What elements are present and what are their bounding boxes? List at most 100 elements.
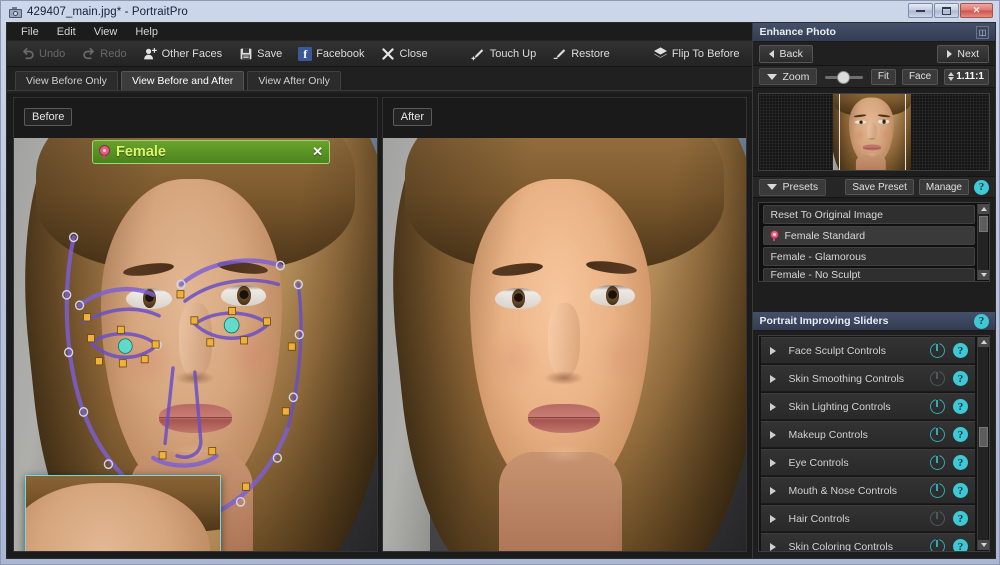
control-row-face-sculpt[interactable]: Face Sculpt Controls ?	[761, 337, 975, 364]
preset-item[interactable]: Female - No Sculpt	[763, 268, 975, 281]
presets-list[interactable]: Reset To Original Image Female Standard …	[758, 202, 990, 282]
control-row-skin-coloring[interactable]: Skin Coloring Controls ?	[761, 533, 975, 552]
preset-item[interactable]: Female - Glamorous	[763, 247, 975, 266]
preset-item[interactable]: Reset To Original Image	[763, 205, 975, 224]
control-row-skin-smoothing[interactable]: Skin Smoothing Controls ?	[761, 365, 975, 392]
preset-item[interactable]: Female Standard	[763, 226, 975, 245]
scroll-up-arrow-icon[interactable]	[978, 204, 989, 214]
tip-dialog[interactable]: TIP Adjust points to improve result. Don…	[25, 475, 221, 551]
save-button[interactable]: Save	[231, 43, 289, 65]
control-help-icon[interactable]: ?	[953, 539, 968, 551]
next-button[interactable]: Next	[937, 44, 989, 63]
zoom-disclosure[interactable]: Zoom	[759, 68, 818, 85]
minimize-button[interactable]	[908, 3, 933, 18]
control-row-skin-lighting[interactable]: Skin Lighting Controls ?	[761, 393, 975, 420]
scroll-up-arrow-icon[interactable]	[978, 337, 989, 347]
close-x-icon	[381, 46, 396, 61]
close-photo-button[interactable]: Close	[374, 43, 435, 65]
face-tag-close-icon[interactable]: ✕	[312, 144, 323, 160]
power-toggle-icon[interactable]	[930, 399, 945, 414]
zoom-fit-button[interactable]: Fit	[870, 68, 896, 85]
chevron-right-icon	[770, 346, 777, 355]
flip-to-before-button[interactable]: Flip To Before	[646, 43, 747, 65]
menu-item-help[interactable]: Help	[127, 24, 166, 40]
preset-label: Reset To Original Image	[770, 208, 883, 221]
person-add-icon	[143, 46, 158, 61]
presets-scrollbar[interactable]	[977, 204, 989, 280]
control-row-eye[interactable]: Eye Controls ?	[761, 449, 975, 476]
controls-scroll-thumb[interactable]	[979, 427, 988, 447]
chevron-right-icon	[770, 486, 777, 495]
restore-button[interactable]: Restore	[545, 43, 617, 65]
touch-up-button[interactable]: Touch Up	[464, 43, 543, 65]
control-row-mouth-nose[interactable]: Mouth & Nose Controls ?	[761, 477, 975, 504]
facebook-label: Facebook	[316, 47, 365, 60]
power-toggle-icon[interactable]	[930, 371, 945, 386]
power-toggle-icon[interactable]	[930, 343, 945, 358]
save-preset-button[interactable]: Save Preset	[845, 179, 914, 195]
touch-up-label: Touch Up	[489, 47, 537, 60]
after-photo[interactable]	[382, 138, 746, 551]
control-row-hair[interactable]: Hair Controls ?	[761, 505, 975, 532]
control-help-icon[interactable]: ?	[953, 399, 968, 414]
after-pane[interactable]: After	[381, 97, 747, 552]
viewport-guide-left[interactable]	[839, 94, 841, 170]
scroll-down-arrow-icon[interactable]	[978, 270, 989, 280]
control-help-icon[interactable]: ?	[953, 511, 968, 526]
before-pane[interactable]: Before Female ✕	[13, 97, 378, 552]
zoom-row: Zoom Fit Face 1.11:1	[753, 66, 995, 88]
menu-item-file[interactable]: File	[13, 24, 47, 40]
sliders-help-icon[interactable]: ?	[974, 313, 989, 329]
pin-marker-icon	[99, 145, 110, 159]
enhance-photo-title: Enhance Photo	[759, 26, 836, 38]
redo-button[interactable]: Redo	[74, 43, 133, 65]
controls-list[interactable]: Face Sculpt Controls ? Skin Smoothing Co…	[758, 335, 990, 552]
control-label: Face Sculpt Controls	[788, 344, 886, 357]
chevron-right-icon	[770, 458, 777, 467]
window-title: 429407_main.jpg* - PortraitPro	[27, 6, 188, 18]
control-help-icon[interactable]: ?	[953, 343, 968, 358]
presets-help-icon[interactable]: ?	[974, 179, 989, 195]
tab-view-after-only[interactable]: View After Only	[247, 71, 341, 90]
control-help-icon[interactable]: ?	[953, 371, 968, 386]
undock-icon[interactable]: ◫	[976, 25, 989, 39]
power-toggle-icon[interactable]	[930, 539, 945, 551]
manage-presets-button[interactable]: Manage	[918, 179, 969, 195]
facebook-button[interactable]: f Facebook	[291, 43, 371, 65]
back-label: Back	[779, 47, 803, 60]
zoom-slider[interactable]	[825, 70, 863, 84]
zoom-ratio-stepper[interactable]: 1.11:1	[944, 68, 989, 85]
power-toggle-icon[interactable]	[930, 427, 945, 442]
menu-item-view[interactable]: View	[86, 24, 126, 40]
close-button[interactable]: ✕	[960, 3, 993, 18]
close-photo-label: Close	[399, 47, 428, 60]
presets-disclosure[interactable]: Presets	[759, 178, 827, 196]
control-help-icon[interactable]: ?	[953, 427, 968, 442]
viewport-guide-right[interactable]	[905, 94, 907, 170]
power-toggle-icon[interactable]	[930, 511, 945, 526]
other-faces-button[interactable]: Other Faces	[136, 43, 230, 65]
menu-bar: File Edit View Help	[7, 23, 753, 41]
scroll-down-arrow-icon[interactable]	[978, 540, 989, 550]
presets-scroll-thumb[interactable]	[979, 216, 988, 232]
face-tag[interactable]: Female ✕	[92, 140, 330, 164]
tab-view-before-only[interactable]: View Before Only	[15, 71, 118, 90]
power-toggle-icon[interactable]	[930, 455, 945, 470]
chevron-right-icon	[770, 374, 777, 383]
maximize-button[interactable]	[934, 3, 959, 18]
camera-icon	[9, 6, 22, 18]
undo-button[interactable]: Undo	[13, 43, 72, 65]
zoom-face-button[interactable]: Face	[901, 68, 939, 85]
power-toggle-icon[interactable]	[930, 483, 945, 498]
menu-item-edit[interactable]: Edit	[49, 24, 84, 40]
controls-scrollbar[interactable]	[977, 337, 989, 550]
navigator-thumbnail[interactable]	[758, 93, 990, 171]
back-button[interactable]: Back	[759, 44, 813, 63]
control-label: Skin Coloring Controls	[788, 540, 893, 552]
stepper-arrows-icon	[948, 72, 955, 81]
zoom-slider-thumb[interactable]	[836, 70, 850, 84]
control-help-icon[interactable]: ?	[953, 455, 968, 470]
tab-view-before-and-after[interactable]: View Before and After	[120, 71, 245, 90]
control-row-makeup[interactable]: Makeup Controls ?	[761, 421, 975, 448]
control-help-icon[interactable]: ?	[953, 483, 968, 498]
